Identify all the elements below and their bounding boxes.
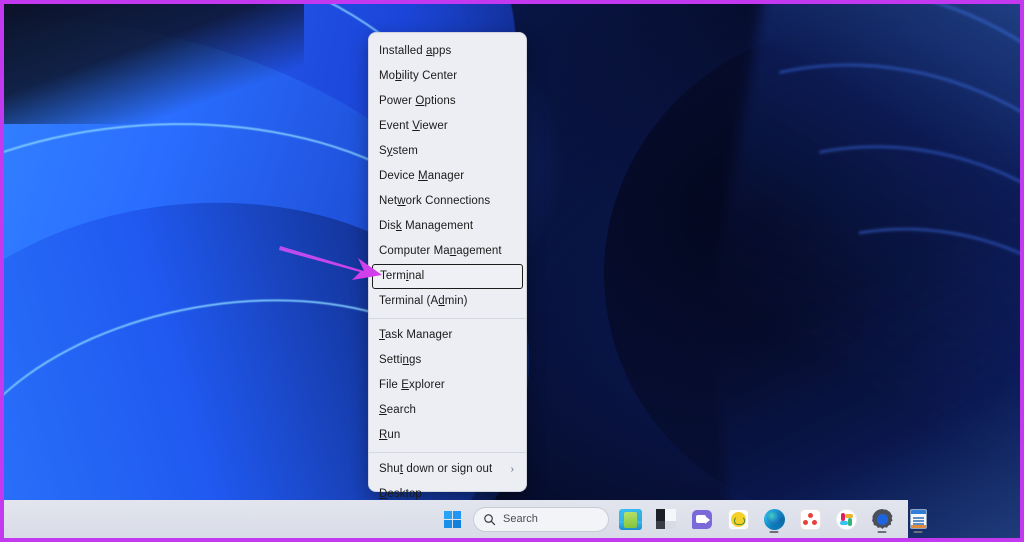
screenshot-frame: Installed apps Mobility Center Power Optio… xyxy=(0,0,1024,542)
menu-item-system[interactable]: System xyxy=(369,139,526,164)
menu-item-label: Installed apps xyxy=(379,45,452,57)
menu-item-label: Event Viewer xyxy=(379,120,448,132)
winx-quick-link-menu[interactable]: Installed apps Mobility Center Power Optio… xyxy=(368,32,527,500)
running-indicator xyxy=(877,530,887,533)
menu-item-installed-apps[interactable]: Installed apps xyxy=(369,39,526,64)
menu-item-label: Terminal xyxy=(380,270,425,282)
menu-item-label: Disk Management xyxy=(379,220,474,232)
menu-item-label: Device Manager xyxy=(379,170,465,182)
menu-item-label: Terminal (Admin) xyxy=(379,295,468,307)
menu-item-run[interactable]: Run xyxy=(369,423,526,448)
taskbar[interactable]: Search xyxy=(4,500,927,538)
menu-item-label: Desktop xyxy=(379,488,422,500)
taskbar-app-microsoft-teams[interactable] xyxy=(687,504,717,534)
search-icon xyxy=(484,513,496,525)
menu-item-disk-management[interactable]: Disk Management xyxy=(369,214,526,239)
menu-item-settings[interactable]: Settings xyxy=(369,348,526,373)
teams-chat-icon xyxy=(692,509,712,529)
search-placeholder: Search xyxy=(503,513,538,525)
running-indicator xyxy=(913,530,923,533)
menu-item-label: Network Connections xyxy=(379,195,491,207)
menu-item-label: Task Manager xyxy=(379,329,453,341)
wallpaper-right-highlight-lower xyxy=(699,180,1020,538)
notepad-icon xyxy=(909,509,927,529)
menu-item-device-manager[interactable]: Device Manager xyxy=(369,164,526,189)
yellow-rounded-app-icon xyxy=(727,508,749,530)
menu-item-terminal[interactable]: Terminal xyxy=(372,264,523,289)
taskbar-app-yellow-app[interactable] xyxy=(723,504,753,534)
taskbar-app-microsoft-edge[interactable] xyxy=(759,504,789,534)
microsoft-store-icon xyxy=(656,509,676,529)
windows-logo-icon xyxy=(443,510,461,528)
taskbar-app-slack[interactable] xyxy=(831,504,861,534)
menu-item-event-viewer[interactable]: Event Viewer xyxy=(369,114,526,139)
chevron-right-icon: › xyxy=(510,464,514,475)
menu-item-label: Settings xyxy=(379,354,422,366)
menu-item-shut-down-or-sign-out[interactable]: Shut down or sign out › xyxy=(369,457,526,482)
three-red-dots-icon xyxy=(799,508,821,530)
settings-gear-icon xyxy=(871,508,893,530)
taskbar-app-settings[interactable] xyxy=(867,504,897,534)
slack-icon xyxy=(835,508,857,530)
menu-item-label: System xyxy=(379,145,418,157)
edge-browser-icon xyxy=(763,508,785,530)
menu-item-task-manager[interactable]: Task Manager xyxy=(369,323,526,348)
menu-item-label: Power Options xyxy=(379,95,456,107)
menu-separator xyxy=(369,452,526,453)
menu-item-computer-management[interactable]: Computer Management xyxy=(369,239,526,264)
wallpaper-dark-corner xyxy=(4,4,304,124)
start-button[interactable] xyxy=(437,504,467,534)
taskbar-app-notepad[interactable] xyxy=(903,504,933,534)
menu-item-file-explorer[interactable]: File Explorer xyxy=(369,373,526,398)
menu-item-search[interactable]: Search xyxy=(369,398,526,423)
menu-item-label: Shut down or sign out xyxy=(379,463,493,475)
taskbar-app-file-explorer[interactable] xyxy=(615,504,645,534)
menu-item-terminal-admin[interactable]: Terminal (Admin) xyxy=(369,289,526,314)
menu-item-power-options[interactable]: Power Options xyxy=(369,89,526,114)
taskbar-center-cluster: Search xyxy=(437,500,933,538)
menu-item-label: Computer Management xyxy=(379,245,502,257)
menu-item-mobility-center[interactable]: Mobility Center xyxy=(369,64,526,89)
file-explorer-icon xyxy=(618,508,642,530)
menu-item-label: File Explorer xyxy=(379,379,445,391)
menu-item-label: Search xyxy=(379,404,417,416)
taskbar-app-red-dots-app[interactable] xyxy=(795,504,825,534)
menu-item-label: Run xyxy=(379,429,401,441)
taskbar-app-microsoft-store[interactable] xyxy=(651,504,681,534)
menu-item-label: Mobility Center xyxy=(379,70,458,82)
search-input[interactable]: Search xyxy=(473,506,609,532)
running-indicator xyxy=(769,530,779,533)
menu-item-network-connections[interactable]: Network Connections xyxy=(369,189,526,214)
menu-separator xyxy=(369,318,526,319)
